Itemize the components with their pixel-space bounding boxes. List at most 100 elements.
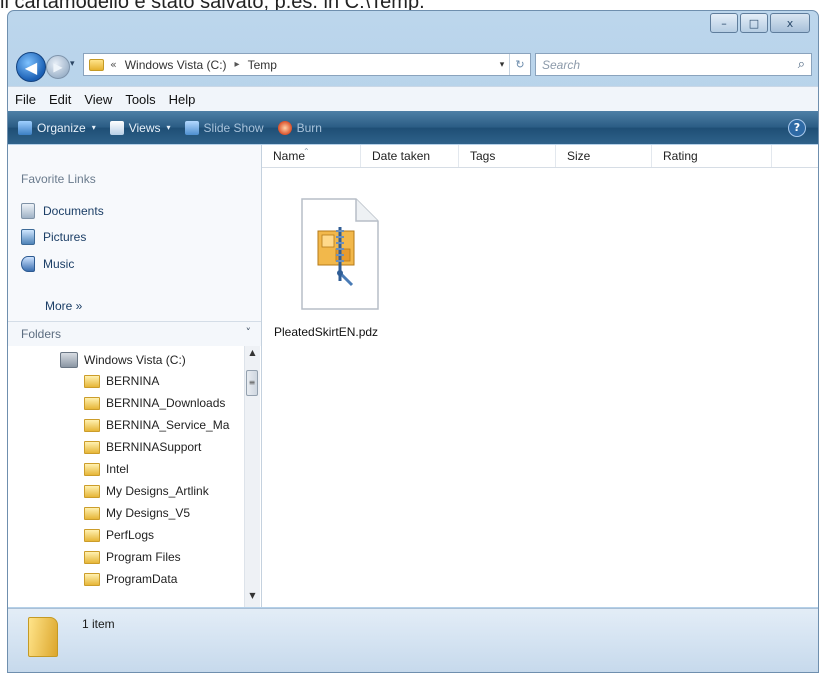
folder-icon (84, 528, 100, 542)
explorer-window: – □ x ◀ ▶ ▾ « Windows Vista (C:) ▸ Temp … (7, 10, 819, 673)
tree-item-folder[interactable]: My Designs_V5 (84, 506, 190, 520)
address-row: ◀ ▶ ▾ « Windows Vista (C:) ▸ Temp ▾ ↻ Se… (8, 45, 818, 85)
folder-icon (84, 374, 100, 388)
tree-item-folder[interactable]: BERNINASupport (84, 440, 201, 454)
folder-icon (84, 484, 100, 498)
column-header-size[interactable]: Size (556, 145, 652, 167)
file-list-pane: ⌃ Name Date taken Tags Size Rating Pleat… (262, 145, 818, 607)
forward-arrow-icon: ▶ (53, 60, 63, 74)
chevron-down-icon: ▾ (91, 123, 96, 132)
chevron-down-icon[interactable]: ˅ (246, 326, 252, 339)
column-label: Tags (470, 149, 496, 163)
slideshow-button[interactable]: Slide Show (184, 120, 264, 135)
column-label: Name (273, 149, 306, 163)
burn-label: Burn (296, 120, 322, 135)
scroll-up-icon[interactable]: ▲ (245, 348, 260, 362)
folder-tree: Windows Vista (C:) BERNINA BERNINA_Downl… (8, 346, 261, 607)
favorite-links-title: Favorite Links (21, 172, 96, 186)
tree-scrollbar[interactable]: ▲ ≡ ▼ (244, 346, 260, 607)
menu-edit[interactable]: Edit (42, 92, 77, 107)
scrollbar-thumb[interactable]: ≡ (246, 370, 258, 396)
tree-item-label: BERNINA (106, 374, 160, 388)
column-header-date-taken[interactable]: Date taken (361, 145, 459, 167)
sort-caret-icon: ⌃ (303, 147, 310, 156)
menu-tools[interactable]: Tools (118, 92, 161, 107)
back-button[interactable]: ◀ (16, 52, 46, 82)
folder-icon (84, 550, 100, 564)
menu-bar: File Edit View Tools Help (8, 86, 818, 112)
tree-item-folder[interactable]: Intel (84, 462, 129, 476)
search-placeholder: Search (542, 57, 581, 72)
breadcrumb-separator-icon[interactable]: ▸ (235, 59, 240, 70)
tree-item-folder[interactable]: BERNINA_Service_Ma (84, 418, 229, 432)
tree-item-label: BERNINA_Downloads (106, 396, 226, 410)
zip-archive-icon (301, 198, 379, 310)
tree-item-label: Intel (106, 462, 129, 476)
refresh-icon[interactable]: ↻ (509, 54, 530, 75)
menu-help[interactable]: Help (162, 92, 202, 107)
tree-item-drive[interactable]: Windows Vista (C:) (60, 352, 186, 368)
column-label: Date taken (372, 149, 431, 163)
column-label: Size (567, 149, 591, 163)
folders-header[interactable]: Folders ˅ (8, 321, 261, 347)
details-pane: 1 item (8, 608, 818, 672)
favorite-pictures[interactable]: Pictures (21, 229, 86, 245)
address-dropdown-icon[interactable]: ▾ (495, 60, 509, 70)
chevron-down-icon: ▾ (166, 123, 171, 132)
favorite-pictures-label: Pictures (43, 230, 87, 244)
back-arrow-icon: ◀ (24, 57, 38, 77)
column-header-rating[interactable]: Rating (652, 145, 772, 167)
organize-button[interactable]: Organize ▾ (18, 120, 96, 135)
close-button[interactable]: x (770, 13, 810, 33)
tree-item-label: PerfLogs (106, 528, 155, 542)
tree-item-folder[interactable]: BERNINA (84, 374, 159, 388)
address-bar[interactable]: « Windows Vista (C:) ▸ Temp ▾ ↻ (83, 53, 531, 76)
help-icon[interactable]: ? (788, 118, 806, 137)
tree-item-label: My Designs_Artlink (106, 484, 209, 498)
more-link[interactable]: More » (45, 299, 82, 313)
overflow-chevron-icon[interactable]: « (110, 58, 117, 71)
favorite-music[interactable]: Music (21, 256, 74, 272)
tree-item-folder[interactable]: Program Files (84, 550, 181, 564)
scroll-down-icon[interactable]: ▼ (245, 591, 260, 605)
maximize-button[interactable]: □ (740, 13, 768, 33)
views-button[interactable]: Views ▾ (109, 120, 171, 135)
tree-item-folder[interactable]: BERNINA_Downloads (84, 396, 225, 410)
tree-item-folder[interactable]: My Designs_Artlink (84, 484, 209, 498)
pictures-icon (21, 229, 35, 245)
forward-button[interactable]: ▶ (46, 55, 70, 79)
folder-icon (84, 572, 100, 586)
command-bar: Organize ▾ Views ▾ Slide Show Burn ? (8, 111, 818, 144)
documents-icon (21, 203, 35, 219)
folder-icon (84, 396, 100, 410)
tree-item-folder[interactable]: PerfLogs (84, 528, 154, 542)
breadcrumb-drive[interactable]: Windows Vista (C:) (125, 58, 227, 72)
menu-file[interactable]: File (8, 92, 42, 107)
folder-icon (84, 440, 100, 454)
column-header-name[interactable]: ⌃ Name (262, 145, 361, 167)
tree-item-label: ProgramData (106, 572, 178, 586)
folder-icon (28, 617, 58, 657)
favorite-documents-label: Documents (43, 204, 104, 218)
column-label: Rating (663, 149, 698, 163)
organize-label: Organize (37, 120, 86, 135)
music-icon (21, 256, 35, 272)
recent-pages-dropdown[interactable]: ▾ (70, 59, 75, 69)
breadcrumb-temp[interactable]: Temp (248, 58, 277, 72)
menu-view[interactable]: View (77, 92, 118, 107)
file-name: PleatedSkirtEN.pdz (274, 325, 379, 339)
tree-item-label: BERNINA_Service_Ma (106, 418, 230, 432)
tree-item-label: My Designs_V5 (106, 506, 191, 520)
navigation-pane: Favorite Links Documents Pictures Music … (8, 145, 262, 607)
search-icon[interactable]: ⌕ (798, 57, 805, 72)
tree-item-label: Windows Vista (C:) (84, 353, 186, 367)
search-input[interactable]: Search ⌕ (535, 53, 812, 76)
favorite-music-label: Music (43, 257, 75, 271)
column-header-tags[interactable]: Tags (459, 145, 556, 167)
slideshow-label: Slide Show (203, 120, 264, 135)
favorite-documents[interactable]: Documents (21, 203, 104, 219)
minimize-button[interactable]: – (710, 13, 738, 33)
slideshow-icon (184, 120, 199, 135)
burn-button[interactable]: Burn (277, 120, 322, 135)
tree-item-folder[interactable]: ProgramData (84, 572, 177, 586)
